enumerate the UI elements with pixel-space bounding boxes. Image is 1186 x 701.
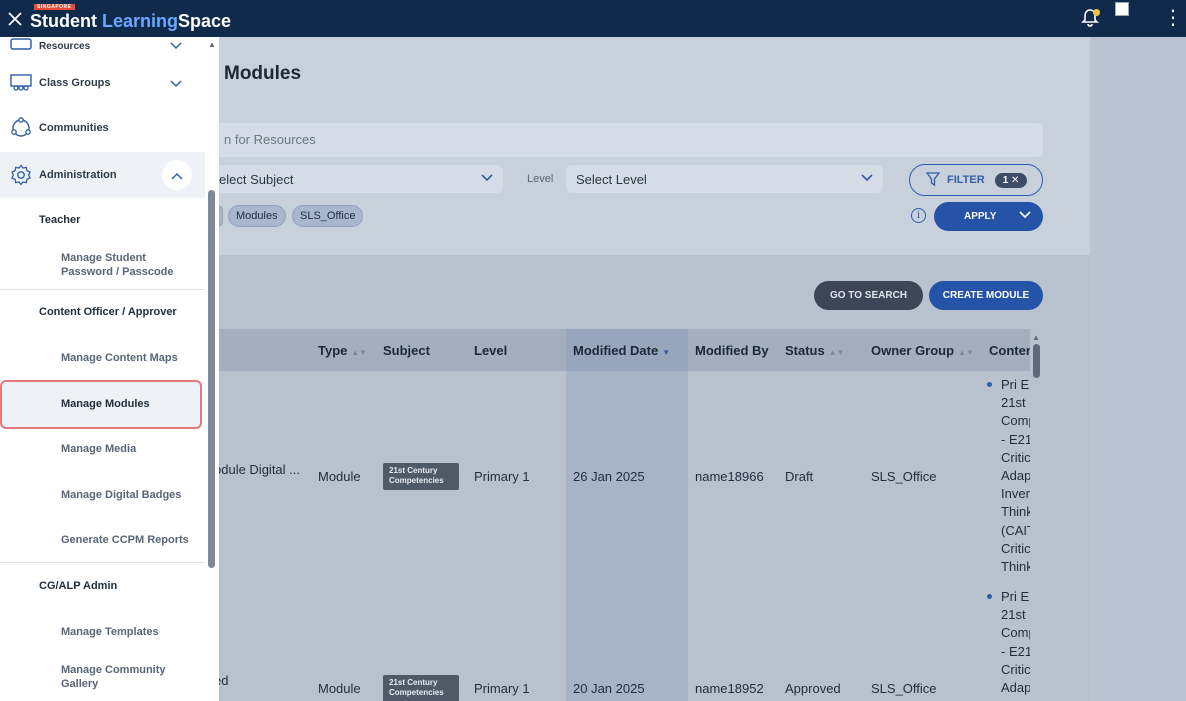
apply-button[interactable]: APPLY bbox=[934, 202, 1043, 231]
chevron-down-icon bbox=[170, 75, 182, 91]
section-content-officer: Content Officer / Approver bbox=[39, 306, 177, 318]
scroll-up-icon[interactable]: ▲ bbox=[207, 40, 217, 49]
more-options-icon[interactable]: ⋮ bbox=[1163, 6, 1183, 30]
brand-logo[interactable]: SINGAPORE Student LearningSpace bbox=[30, 0, 231, 37]
go-to-search-button[interactable]: GO TO SEARCH bbox=[814, 281, 923, 310]
sort-icon: ▲▼ bbox=[828, 348, 845, 357]
sidebar-scrollbar[interactable]: ▲ bbox=[207, 37, 217, 701]
filter-button[interactable]: FILTER 1 ✕ bbox=[909, 164, 1043, 196]
subject-badge: 21st Century Competencies bbox=[383, 675, 459, 701]
section-cg-alp-admin: CG/ALP Admin bbox=[39, 580, 118, 592]
level-select[interactable]: Select Level bbox=[566, 165, 883, 193]
sort-icon: ▲▼ bbox=[958, 348, 974, 357]
cell-modified-by: name18952 bbox=[695, 681, 764, 696]
filter-chip[interactable]: Modules bbox=[228, 205, 286, 227]
gear-icon bbox=[10, 164, 32, 186]
column-header-status[interactable]: Status ▲▼ bbox=[785, 343, 845, 358]
filter-chip[interactable] bbox=[219, 205, 223, 227]
sorted-column-highlight bbox=[566, 329, 688, 701]
sidebar: Resources Class Groups Communities Admin… bbox=[0, 37, 219, 701]
search-input[interactable]: n for Resources bbox=[219, 123, 1043, 157]
brand-name: Student LearningSpace bbox=[30, 11, 232, 31]
chevron-down-icon bbox=[481, 171, 493, 186]
sidebar-item-manage-student-password[interactable]: Manage Student Password / Passcode bbox=[61, 251, 191, 279]
sort-descending-icon: ▼ bbox=[662, 348, 671, 357]
column-header-owner-group[interactable]: Owner Group ▲▼ bbox=[871, 343, 974, 358]
chevron-up-icon[interactable] bbox=[162, 160, 192, 190]
cell-level: Primary 1 bbox=[474, 469, 530, 484]
info-icon[interactable]: i bbox=[911, 208, 926, 223]
chevron-down-icon bbox=[170, 37, 182, 53]
sidebar-item-manage-content-maps[interactable]: Manage Content Maps bbox=[61, 351, 178, 365]
divider bbox=[0, 562, 205, 563]
column-header-modified-by[interactable]: Modified By bbox=[695, 343, 769, 358]
scrollbar-thumb[interactable] bbox=[208, 190, 215, 568]
chevron-down-icon[interactable] bbox=[1019, 208, 1031, 223]
scrollbar-thumb[interactable] bbox=[1032, 344, 1040, 378]
notification-dot bbox=[1093, 9, 1100, 16]
column-header-level[interactable]: Level bbox=[474, 343, 507, 358]
section-teacher: Teacher bbox=[39, 214, 81, 226]
column-header-content[interactable]: Conten bbox=[989, 343, 1030, 358]
level-label: Level bbox=[527, 173, 554, 185]
subject-select[interactable]: elect Subject bbox=[219, 165, 503, 193]
close-icon[interactable] bbox=[0, 0, 30, 37]
bullet-icon bbox=[987, 594, 992, 599]
sidebar-item-generate-ccpm-reports[interactable]: Generate CCPM Reports bbox=[61, 533, 189, 547]
sidebar-item-manage-community-gallery[interactable]: Manage Community Gallery bbox=[61, 663, 191, 691]
cell-owner-group: SLS_Office bbox=[871, 681, 937, 696]
sidebar-item-communities[interactable]: Communities bbox=[0, 106, 205, 150]
page-title: Modules bbox=[224, 63, 302, 84]
cell-type: Module bbox=[318, 469, 361, 484]
cell-modified-date: 20 Jan 2025 bbox=[573, 681, 645, 696]
divider bbox=[0, 289, 205, 290]
brand-tag: SINGAPORE bbox=[34, 4, 75, 10]
cell-modified-by: name18966 bbox=[695, 469, 764, 484]
sidebar-item-resources[interactable]: Resources bbox=[0, 37, 205, 59]
main-content: Modules n for Resources elect Subject Le… bbox=[219, 37, 1090, 701]
filter-chip[interactable]: SLS_Office bbox=[292, 205, 364, 227]
chevron-down-icon bbox=[861, 171, 873, 186]
sidebar-item-manage-media[interactable]: Manage Media bbox=[61, 442, 136, 456]
sidebar-item-manage-templates[interactable]: Manage Templates bbox=[61, 625, 159, 639]
notification-bell-icon[interactable] bbox=[1080, 8, 1100, 28]
cell-content: Pri Er 21st ( Comp - E21 Critic Adap Inv… bbox=[987, 376, 1030, 576]
cell-modified-date: 26 Jan 2025 bbox=[573, 469, 645, 484]
cell-status: Draft bbox=[785, 469, 814, 484]
row-title[interactable]: ed bbox=[219, 673, 228, 688]
sidebar-item-manage-digital-badges[interactable]: Manage Digital Badges bbox=[61, 488, 181, 502]
column-header-modified-date[interactable]: Modified Date ▼ bbox=[573, 343, 670, 358]
filter-count-badge[interactable]: 1 ✕ bbox=[994, 172, 1028, 188]
create-module-button[interactable]: CREATE MODULE bbox=[929, 281, 1043, 310]
right-gutter bbox=[1090, 37, 1186, 701]
cell-owner-group: SLS_Office bbox=[871, 469, 937, 484]
communities-icon bbox=[10, 117, 32, 139]
subject-badge: 21st Century Competencies bbox=[383, 463, 459, 490]
top-bar: SINGAPORE Student LearningSpace ⋮ bbox=[0, 0, 1186, 37]
cell-status: Approved bbox=[785, 681, 841, 696]
cell-level: Primary 1 bbox=[474, 681, 530, 696]
sidebar-item-administration[interactable]: Administration bbox=[0, 152, 205, 198]
column-header-type[interactable]: Type ▲▼ bbox=[318, 343, 367, 358]
sort-icon: ▲▼ bbox=[351, 348, 368, 357]
sidebar-item-manage-modules[interactable]: Manage Modules bbox=[0, 380, 202, 429]
class-groups-icon bbox=[10, 72, 32, 94]
filter-icon bbox=[925, 171, 941, 189]
bullet-icon bbox=[987, 382, 992, 387]
column-header-subject[interactable]: Subject bbox=[383, 343, 430, 358]
cell-type: Module bbox=[318, 681, 361, 696]
table-scrollbar[interactable]: ▲ bbox=[1031, 333, 1041, 701]
row-title[interactable]: odule Digital ... bbox=[219, 462, 300, 477]
profile-image-icon[interactable] bbox=[1115, 2, 1129, 16]
sidebar-item-class-groups[interactable]: Class Groups bbox=[0, 61, 205, 105]
scroll-up-icon[interactable]: ▲ bbox=[1031, 333, 1041, 342]
cell-content: Pri Er 21st ( Comp - E21 Critic Adap bbox=[987, 588, 1030, 701]
resources-icon bbox=[10, 37, 32, 59]
